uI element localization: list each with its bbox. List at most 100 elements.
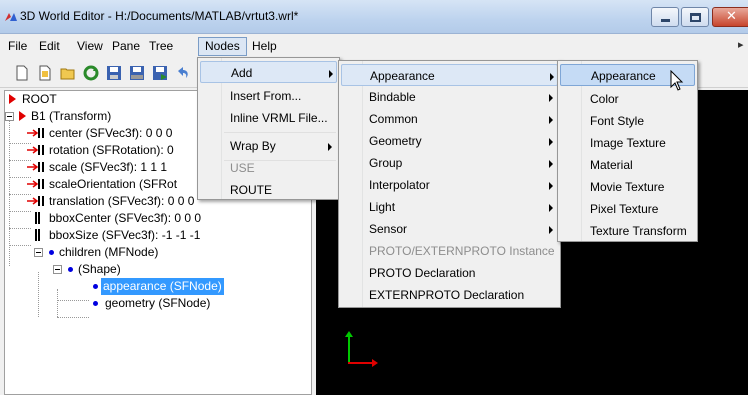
undo-icon[interactable] bbox=[175, 65, 191, 81]
tree-node-label: (Shape) bbox=[78, 262, 121, 276]
menu-file[interactable]: File bbox=[2, 37, 33, 56]
close-button[interactable]: ✕ bbox=[712, 7, 748, 27]
menu-item-label: Interpolator bbox=[369, 178, 430, 192]
close-icon: ✕ bbox=[726, 9, 737, 24]
menu-item-texture-transform[interactable]: Texture Transform bbox=[560, 220, 695, 242]
menu-item-interpolator[interactable]: Interpolator bbox=[341, 174, 558, 196]
menu-item-image-texture[interactable]: Image Texture bbox=[560, 132, 695, 154]
y-axis-indicator bbox=[348, 335, 350, 363]
minimize-icon bbox=[661, 19, 670, 22]
menu-item-geometry[interactable]: Geometry bbox=[341, 130, 558, 152]
tree-node-label: geometry (SFNode) bbox=[105, 296, 211, 310]
menu-item-label: Inline VRML File... bbox=[230, 111, 328, 125]
menu-item-externproto-declaration[interactable]: EXTERNPROTO Declaration bbox=[341, 284, 558, 306]
open-icon[interactable] bbox=[60, 65, 76, 81]
menu-item-route[interactable]: ROUTE bbox=[200, 179, 337, 201]
node-marker-icon bbox=[9, 94, 16, 104]
menu-item-group[interactable]: Group bbox=[341, 152, 558, 174]
tree-node-label: translation (SFVec3f): 0 0 0 bbox=[49, 194, 195, 208]
collapse-icon[interactable] bbox=[34, 248, 43, 257]
menu-edit[interactable]: Edit bbox=[33, 37, 66, 56]
tree-field-geometry[interactable]: geometry (SFNode) bbox=[5, 295, 305, 312]
menu-item-common[interactable]: Common bbox=[341, 108, 558, 130]
submenu-arrow-icon bbox=[549, 160, 553, 168]
menu-pane[interactable]: Pane bbox=[106, 37, 146, 56]
x-axis-arrow-icon bbox=[372, 359, 378, 367]
minimize-button[interactable] bbox=[651, 7, 679, 27]
reload-icon[interactable] bbox=[83, 65, 99, 81]
menu-item-label: EXTERNPROTO Declaration bbox=[369, 288, 525, 302]
menu-item-appearance[interactable]: Appearance bbox=[341, 64, 558, 86]
menubar-overflow-icon[interactable]: ▸ bbox=[738, 38, 744, 51]
tree-guide bbox=[57, 317, 89, 318]
field-static-icon bbox=[35, 212, 40, 224]
node-dot-icon bbox=[93, 301, 98, 306]
menu-item-wrap-by[interactable]: Wrap By bbox=[200, 135, 337, 157]
menu-help[interactable]: Help bbox=[246, 37, 283, 56]
export-icon[interactable] bbox=[152, 65, 168, 81]
nodes-menu: Add Insert From... Inline VRML File... W… bbox=[197, 57, 340, 200]
menu-item-bindable[interactable]: Bindable bbox=[341, 86, 558, 108]
menu-nodes[interactable]: Nodes bbox=[198, 37, 247, 56]
menu-item-label: ROUTE bbox=[230, 183, 272, 197]
node-dot-icon bbox=[49, 250, 54, 255]
new-from-template-icon[interactable] bbox=[37, 65, 53, 81]
tree-field-bbox-center[interactable]: bboxCenter (SFVec3f): 0 0 0 bbox=[5, 210, 305, 227]
menu-item-movie-texture[interactable]: Movie Texture bbox=[560, 176, 695, 198]
tree-field-bbox-size[interactable]: bboxSize (SFVec3f): -1 -1 -1 bbox=[5, 227, 305, 244]
tree-node-label: scaleOrientation (SFRot bbox=[49, 177, 178, 191]
submenu-arrow-icon bbox=[549, 116, 553, 124]
submenu-arrow-icon bbox=[549, 94, 553, 102]
collapse-icon[interactable] bbox=[53, 265, 62, 274]
menu-item-label: Light bbox=[369, 200, 396, 214]
menu-item-add[interactable]: Add bbox=[200, 61, 337, 83]
menu-item-label: Wrap By bbox=[230, 139, 276, 153]
save-as-icon[interactable] bbox=[129, 65, 145, 81]
menu-item-label: Font Style bbox=[590, 114, 645, 128]
menu-item-inline-vrml[interactable]: Inline VRML File... bbox=[200, 107, 337, 129]
tree-node-label: children (MFNode) bbox=[59, 245, 159, 259]
menu-item-proto-declaration[interactable]: PROTO Declaration bbox=[341, 262, 558, 284]
menu-item-label: Group bbox=[369, 156, 403, 170]
menu-item-label: Insert From... bbox=[230, 89, 302, 103]
menu-item-label: Movie Texture bbox=[590, 180, 665, 194]
field-static-icon bbox=[35, 229, 40, 241]
menu-item-material[interactable]: Material bbox=[560, 154, 695, 176]
tree-field-children[interactable]: children (MFNode) bbox=[5, 244, 305, 261]
menu-item-pixel-texture[interactable]: Pixel Texture bbox=[560, 198, 695, 220]
menu-item-sensor[interactable]: Sensor bbox=[341, 218, 558, 240]
maximize-button[interactable] bbox=[681, 7, 709, 27]
menu-item-use[interactable]: USE bbox=[200, 157, 337, 179]
submenu-arrow-icon bbox=[550, 73, 554, 81]
tree-node-label-selected: appearance (SFNode) bbox=[101, 278, 224, 295]
tree-node-shape[interactable]: (Shape) bbox=[5, 261, 305, 278]
save-icon[interactable] bbox=[106, 65, 122, 81]
menu-view[interactable]: View bbox=[71, 37, 109, 56]
menu-item-proto-extern-instance[interactable]: PROTO/EXTERNPROTO Instance bbox=[341, 240, 558, 262]
tree-node-label: bboxSize (SFVec3f): -1 -1 -1 bbox=[49, 228, 201, 242]
node-marker-icon bbox=[19, 111, 26, 121]
maximize-icon bbox=[690, 13, 701, 22]
submenu-arrow-icon bbox=[549, 182, 553, 190]
menu-item-label: Color bbox=[590, 92, 619, 106]
submenu-arrow-icon bbox=[329, 70, 333, 78]
field-vector-icon bbox=[27, 196, 44, 206]
field-vector-icon bbox=[27, 128, 44, 138]
menu-item-label: Pixel Texture bbox=[590, 202, 659, 216]
menu-tree[interactable]: Tree bbox=[143, 37, 179, 56]
collapse-icon[interactable] bbox=[5, 112, 14, 121]
menu-item-label: Sensor bbox=[369, 222, 408, 236]
new-icon[interactable] bbox=[14, 65, 30, 81]
menu-item-label: Bindable bbox=[369, 90, 416, 104]
menu-item-label: PROTO/EXTERNPROTO Instance bbox=[369, 244, 555, 258]
submenu-arrow-icon bbox=[549, 226, 553, 234]
menu-item-insert-from[interactable]: Insert From... bbox=[200, 85, 337, 107]
title-bar: 3D World Editor - H:/Documents/MATLAB/vr… bbox=[0, 0, 748, 34]
menu-item-light[interactable]: Light bbox=[341, 196, 558, 218]
menu-item-label: Geometry bbox=[369, 134, 422, 148]
menu-item-font-style[interactable]: Font Style bbox=[560, 110, 695, 132]
field-vector-icon bbox=[27, 145, 44, 155]
mouse-cursor-icon bbox=[670, 70, 684, 91]
node-dot-icon bbox=[93, 284, 98, 289]
tree-field-appearance[interactable]: appearance (SFNode) bbox=[5, 278, 305, 295]
